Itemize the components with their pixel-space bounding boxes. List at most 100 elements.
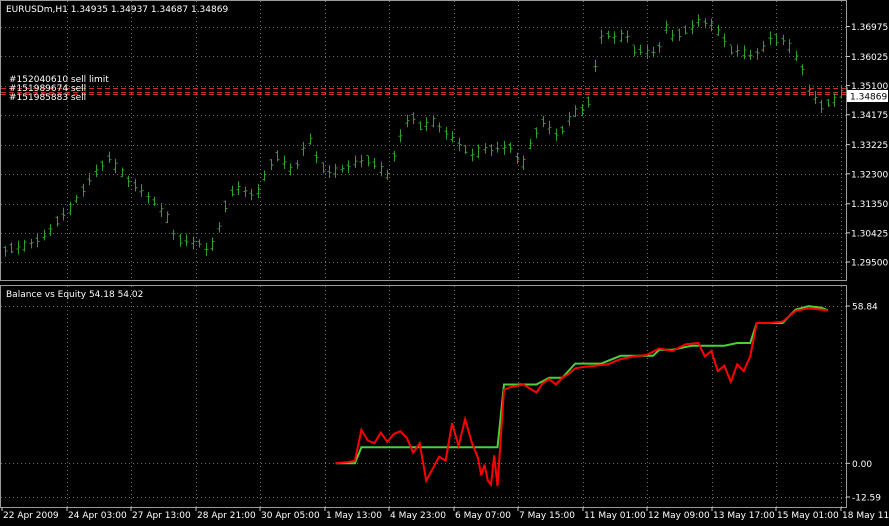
price-bar — [61, 207, 66, 221]
price-bar — [308, 133, 313, 145]
price-bar — [431, 115, 436, 128]
price-bar — [288, 163, 293, 176]
price-bar — [632, 44, 637, 57]
price-bar — [171, 229, 176, 240]
price-bar — [515, 152, 520, 164]
price-bar — [146, 191, 151, 204]
price-bar — [534, 127, 539, 139]
indicator-header: Balance vs Equity 54.18 54.02 — [6, 290, 143, 300]
price-bar — [813, 90, 818, 105]
price-bar — [729, 44, 734, 55]
price-bar — [645, 44, 650, 59]
current-price-label: 1.34869 — [850, 93, 887, 103]
price-bar — [800, 64, 805, 76]
balance-equity-lines — [335, 305, 829, 488]
price-bar — [716, 24, 721, 36]
time-axis-label-10: 12 May 09:00 — [648, 511, 710, 521]
time-axis: 22 Apr 2009 24 Apr 03:00 27 Apr 13:00 28 Ap… — [1, 507, 889, 521]
equity-line — [335, 307, 829, 488]
price-bar — [483, 143, 488, 154]
price-bar — [470, 148, 475, 162]
time-axis-label-3: 28 Apr 21:00 — [197, 511, 256, 521]
price-pane-frame — [0, 0, 847, 281]
price-bar — [81, 183, 86, 197]
price-bar — [625, 30, 630, 43]
price-bar — [333, 163, 338, 178]
price-bar — [781, 34, 786, 46]
price-bar — [249, 188, 254, 201]
price-bar — [599, 29, 604, 44]
order-label-sell-2[interactable]: #151985883 sell — [9, 93, 86, 103]
indicator-axis-label-1: 0.00 — [852, 460, 872, 470]
price-bar — [353, 155, 358, 169]
price-bar — [230, 185, 235, 197]
price-bar — [68, 201, 73, 216]
price-bar — [113, 158, 118, 174]
order-lines[interactable] — [1, 88, 846, 95]
price-bar — [677, 28, 682, 41]
indicator-axis-label-2: -12.59 — [852, 494, 881, 504]
price-bar — [197, 239, 202, 248]
price-bar — [567, 112, 572, 126]
price-axis: 1.369751.360251.351001.341751.332251.323… — [846, 23, 888, 269]
price-bar — [411, 112, 416, 125]
price-bar — [651, 46, 656, 58]
price-bar — [541, 115, 546, 128]
price-bar — [133, 178, 138, 192]
price-bar — [819, 99, 824, 113]
price-bar — [586, 96, 591, 108]
price-bar — [314, 151, 319, 164]
price-bar — [657, 42, 662, 53]
time-axis-label-11: 13 May 17:00 — [713, 511, 775, 521]
price-bar — [398, 129, 403, 143]
price-bar — [476, 144, 481, 159]
time-axis-label-4: 30 Apr 05:00 — [261, 511, 320, 521]
time-axis-label-12: 15 May 01:00 — [777, 511, 839, 521]
price-bar — [437, 122, 442, 133]
price-bar — [722, 33, 727, 48]
time-axis-label-7: 6 May 07:00 — [455, 511, 511, 521]
price-bar — [236, 181, 241, 196]
time-axis-label-6: 4 May 23:00 — [390, 511, 446, 521]
price-bar — [262, 170, 267, 182]
trading-chart-window[interactable]: EURUSDm,H1 1.34935 1.34937 1.34687 1.348… — [0, 0, 889, 523]
price-bar — [405, 114, 410, 128]
price-bar — [560, 125, 565, 135]
price-bar — [3, 245, 8, 257]
price-bar — [74, 194, 79, 204]
time-axis-label-0: 22 Apr 2009 — [3, 511, 59, 521]
price-bar — [424, 117, 429, 132]
chart-canvas[interactable]: EURUSDm,H1 1.34935 1.34937 1.34687 1.348… — [0, 0, 889, 523]
price-bar — [35, 233, 40, 248]
price-bar — [42, 229, 47, 241]
price-bar — [107, 151, 112, 163]
time-axis-label-2: 27 Apr 13:00 — [132, 511, 191, 521]
symbol-header: EURUSDm,H1 1.34935 1.34937 1.34687 1.348… — [6, 5, 228, 15]
indicator-axis: 58.84 0.00 -12.59 — [846, 303, 881, 504]
price-axis-label-4: 1.33225 — [851, 141, 888, 151]
price-axis-label-0: 1.36975 — [851, 23, 888, 33]
price-bar — [178, 233, 183, 247]
price-bar — [554, 128, 559, 142]
price-bar — [29, 238, 34, 249]
price-bar — [217, 222, 222, 233]
price-bar — [275, 150, 280, 162]
price-axis-label-1: 1.36025 — [851, 53, 888, 63]
time-axis-label-9: 11 May 01:00 — [584, 511, 646, 521]
price-bar — [191, 236, 196, 250]
price-bar — [832, 93, 837, 107]
price-bar — [9, 242, 14, 254]
price-bars — [3, 14, 850, 257]
price-bar — [619, 29, 624, 43]
price-bar — [366, 154, 371, 167]
price-bar — [457, 137, 462, 152]
price-bar — [683, 25, 688, 35]
price-bar — [761, 41, 766, 53]
price-bar — [450, 131, 455, 143]
price-bar — [768, 31, 773, 46]
price-bar — [502, 140, 507, 155]
price-bar — [139, 184, 144, 197]
price-bar — [787, 39, 792, 54]
price-bar — [638, 44, 643, 56]
price-bar — [612, 31, 617, 44]
